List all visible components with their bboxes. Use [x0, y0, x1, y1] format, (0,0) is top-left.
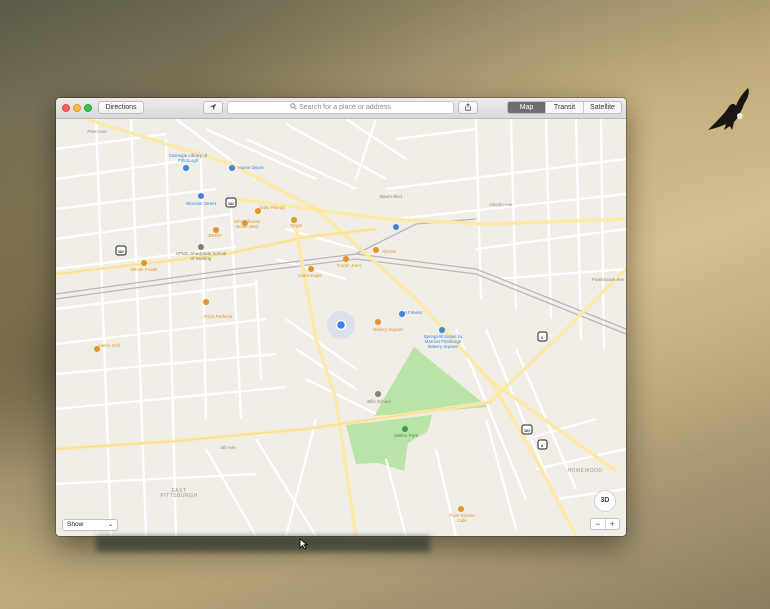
window-shadow-strip	[96, 536, 430, 552]
eagle-wallpaper-detail	[708, 88, 749, 130]
street-label: Penn Ave	[87, 129, 107, 134]
poi-label[interactable]: Salty Pierogi	[252, 205, 292, 210]
poi-pin	[439, 327, 445, 333]
poi-label[interactable]: Ellis School	[364, 399, 394, 404]
current-location-button[interactable]	[203, 101, 223, 114]
tab-satellite[interactable]: Satellite	[583, 102, 621, 113]
minimize-button[interactable]	[73, 104, 81, 112]
shield-text: 380	[118, 249, 125, 254]
poi-label[interactable]: Carnegie Library of Pittsburgh	[162, 153, 214, 163]
search-icon	[290, 103, 297, 110]
share-icon	[465, 103, 471, 111]
search-placeholder: Search for a place or address	[299, 104, 391, 111]
poi-pin	[198, 244, 204, 250]
poi-label[interactable]: Rizzos	[378, 249, 400, 254]
maps-window: Directions Search for a place or address…	[56, 98, 626, 536]
poi-label[interactable]: Point Breeze Cafe	[444, 513, 480, 523]
current-location-dot[interactable]	[335, 319, 347, 331]
street-label: 5th Ave	[220, 445, 236, 450]
map-canvas[interactable]: 380 380 8 380 8 Carnegie Library of Pitt…	[56, 119, 626, 536]
poi-pin	[308, 266, 314, 272]
tab-transit[interactable]: Transit	[545, 102, 583, 113]
poi-pin	[393, 224, 399, 230]
poi-label[interactable]: Mellon Park	[386, 433, 426, 438]
poi-pin	[458, 506, 464, 512]
map-mode-selector: Map Transit Satellite	[507, 101, 622, 114]
share-button[interactable]	[458, 101, 478, 114]
show-dropdown[interactable]: Show ⌄	[62, 519, 118, 531]
poi-label[interactable]: UPMC Shadyside School of Nursing	[174, 251, 228, 261]
compass-3d-button[interactable]: 3D	[594, 490, 616, 512]
show-dropdown-label: Show	[67, 521, 84, 528]
map-tiles: 380 380 8 380 8	[56, 119, 626, 536]
poi-pin	[198, 193, 204, 199]
poi-label[interactable]: Trader Joe's	[332, 263, 366, 268]
area-label: HOMEWOOD	[567, 468, 603, 474]
poi-label[interactable]: LA Fitness	[398, 310, 426, 315]
poi-pin	[375, 391, 381, 397]
poi-pin	[141, 260, 147, 266]
zoom-button[interactable]	[84, 104, 92, 112]
mouse-pointer-icon	[299, 538, 308, 550]
poi-label[interactable]: Wooster Street	[184, 201, 218, 206]
location-arrow-icon	[209, 103, 217, 111]
close-button[interactable]	[62, 104, 70, 112]
search-input[interactable]: Search for a place or address	[227, 101, 454, 114]
poi-label[interactable]: BRGR	[204, 233, 226, 238]
poi-label[interactable]: Bakery Square	[368, 327, 408, 332]
chevron-down-icon: ⌄	[107, 522, 113, 528]
poi-label[interactable]: Target	[286, 223, 306, 228]
directions-button[interactable]: Directions	[98, 101, 144, 114]
poi-label[interactable]: Home Depot	[234, 165, 268, 170]
tab-map[interactable]: Map	[508, 102, 545, 113]
shield-text: 380	[228, 201, 235, 206]
poi-label[interactable]: Harris Grill	[89, 343, 129, 348]
poi-pin	[183, 165, 189, 171]
poi-pin	[343, 256, 349, 262]
zoom-control: − +	[590, 518, 620, 530]
poi-pin	[402, 426, 408, 432]
area-label: EAST PITTSBURGH	[160, 488, 198, 499]
title-bar: Directions Search for a place or address…	[56, 98, 626, 119]
street-label: Frankstown Ave	[592, 277, 624, 282]
shield-text: 380	[524, 428, 531, 433]
poi-pin	[375, 319, 381, 325]
poi-pin	[203, 299, 209, 305]
poi-label[interactable]: SpringHill Suites by Marriott Pittsburgh…	[420, 334, 466, 349]
poi-label[interactable]: Smokehouse Indian BBQ	[230, 219, 264, 229]
poi-label[interactable]: Pizza Perfecta	[196, 314, 240, 319]
street-label: Lincoln Ave	[489, 202, 513, 207]
zoom-out-button[interactable]: −	[591, 519, 605, 529]
poi-label[interactable]: Whole Foods	[126, 267, 162, 272]
zoom-in-button[interactable]: +	[604, 519, 620, 529]
poi-label[interactable]: Giant Eagle	[290, 273, 330, 278]
street-label: Baum Blvd	[380, 194, 402, 199]
